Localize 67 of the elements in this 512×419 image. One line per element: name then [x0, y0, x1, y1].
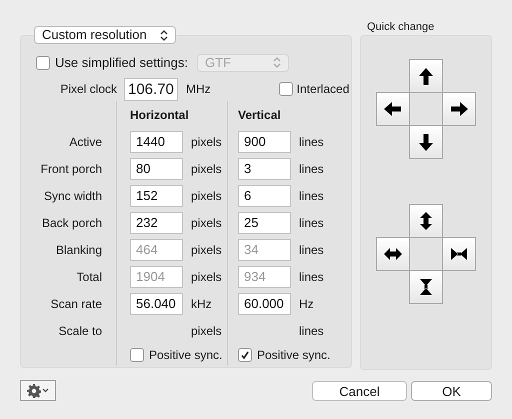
checkbox-label: Use simplified settings:	[55, 54, 188, 72]
checkbox[interactable]	[130, 348, 144, 362]
row-label: Active	[69, 134, 102, 150]
pixel-clock-field[interactable]: 106.70	[124, 78, 178, 100]
checkbox-label: Positive sync.	[257, 347, 330, 364]
number-field[interactable]: 25	[238, 212, 291, 234]
unit-label: lines	[299, 134, 324, 150]
down-arrow-icon	[416, 132, 436, 152]
row-label: Scan rate	[50, 296, 102, 312]
column-header: Horizontal	[130, 106, 189, 124]
checkbox-label: Interlaced	[296, 81, 350, 98]
column-header: Vertical	[238, 106, 281, 124]
number-field[interactable]: 3	[238, 158, 291, 180]
unit-label: pixels	[191, 188, 222, 204]
unit-label: lines	[299, 188, 324, 204]
number-field[interactable]: 56.040	[130, 292, 183, 314]
resolution-dropdown[interactable]: Custom resolution	[34, 26, 176, 44]
dialog-button[interactable]: OK	[411, 380, 492, 400]
number-field[interactable]: 152	[130, 184, 183, 206]
unit-label: lines	[299, 242, 324, 258]
unit-label: MHz	[186, 81, 211, 98]
arrow-button[interactable]	[442, 92, 476, 126]
field-label: Pixel clock	[59, 81, 117, 98]
arrow-button[interactable]	[442, 236, 476, 270]
arrow-button[interactable]	[409, 58, 443, 92]
row-label: Total	[76, 268, 102, 286]
unit-label: lines	[299, 214, 324, 232]
gear-icon	[27, 384, 41, 398]
dialog-button[interactable]: Cancel	[312, 380, 407, 400]
row-label: Back porch	[42, 214, 102, 232]
unit-label: pixels	[191, 242, 222, 258]
checkbox[interactable]	[36, 56, 50, 70]
arrow-button[interactable]	[409, 204, 443, 238]
row-label: Scale to	[58, 322, 102, 340]
checkbox[interactable]	[278, 82, 293, 96]
checkmark-icon	[240, 350, 250, 360]
updown-icon	[272, 57, 281, 68]
arrow-button[interactable]	[376, 236, 410, 270]
number-field[interactable]: 900	[238, 130, 291, 152]
unit-label: pixels	[191, 214, 222, 232]
unit-label: kHz	[191, 296, 212, 312]
number-field[interactable]: 80	[130, 158, 183, 180]
unit-label: pixels	[191, 160, 222, 178]
number-field[interactable]: 60.000	[238, 292, 291, 314]
checkbox-label: Positive sync.	[149, 347, 222, 364]
row-label: Front porch	[40, 160, 102, 178]
number-field[interactable]: 232	[130, 212, 183, 234]
arrow-button[interactable]	[409, 124, 443, 158]
row-label: Blanking	[56, 242, 102, 258]
checkbox[interactable]	[238, 348, 252, 362]
unit-label: pixels	[191, 134, 222, 150]
unit-label: pixels	[191, 268, 222, 286]
row-label: Sync width	[44, 188, 102, 204]
unit-label: lines	[299, 268, 324, 286]
unit-label: lines	[299, 322, 324, 340]
arrow-button[interactable]	[409, 270, 443, 304]
unit-label: lines	[299, 160, 324, 178]
updown-icon	[160, 30, 168, 40]
gear-menu-button[interactable]	[20, 380, 56, 401]
unit-label: pixels	[191, 322, 222, 340]
arrow-button[interactable]	[376, 92, 410, 126]
chevron-icon	[42, 388, 49, 393]
number-field[interactable]: 1440	[130, 130, 183, 152]
unit-label: Hz	[299, 296, 314, 312]
up-arrow-icon	[416, 66, 436, 86]
method-dropdown: GTF	[196, 54, 289, 72]
number-field[interactable]: 6	[238, 184, 291, 206]
